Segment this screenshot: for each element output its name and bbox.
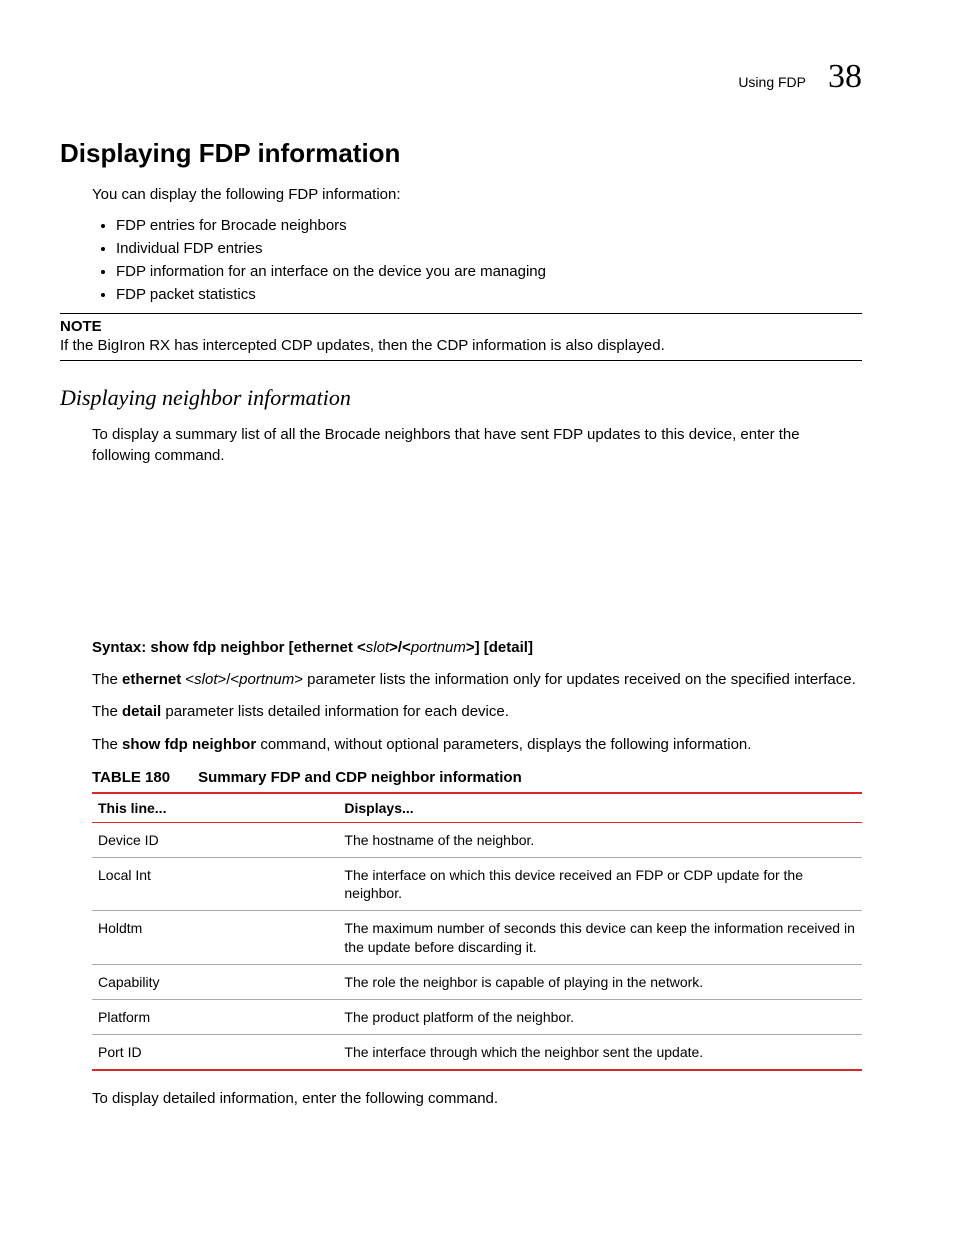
cell-field: Platform bbox=[92, 999, 338, 1034]
syntax-mid: >/< bbox=[389, 639, 411, 656]
list-item: FDP information for an interface on the … bbox=[116, 263, 862, 280]
cell-field: Holdtm bbox=[92, 911, 338, 964]
cell-desc: The interface on which this device recei… bbox=[338, 857, 862, 910]
intro-paragraph: You can display the following FDP inform… bbox=[92, 185, 862, 205]
table-header-row: This line... Displays... bbox=[92, 793, 862, 823]
header-section-label: Using FDP bbox=[738, 74, 806, 90]
ethernet-param-paragraph: The ethernet <slot>/<portnum> parameter … bbox=[92, 670, 862, 690]
note-block: NOTE If the BigIron RX has intercepted C… bbox=[60, 313, 862, 361]
list-item: FDP packet statistics bbox=[116, 286, 862, 303]
syntax-lead: Syntax: show fdp neighbor [ethernet < bbox=[92, 639, 366, 656]
note-label: NOTE bbox=[60, 318, 862, 335]
syntax-slot: slot bbox=[366, 639, 389, 656]
table-number: TABLE 180 bbox=[92, 769, 170, 786]
command-output-placeholder bbox=[92, 478, 862, 638]
heading-displaying-fdp: Displaying FDP information bbox=[60, 138, 862, 169]
neighbor-info-table: This line... Displays... Device ID The h… bbox=[92, 792, 862, 1072]
neighbor-intro-paragraph: To display a summary list of all the Bro… bbox=[92, 425, 862, 466]
table-header-a: This line... bbox=[92, 793, 338, 823]
table-row: Holdtm The maximum number of seconds thi… bbox=[92, 911, 862, 964]
table-caption: TABLE 180 Summary FDP and CDP neighbor in… bbox=[92, 769, 862, 786]
list-item: FDP entries for Brocade neighbors bbox=[116, 217, 862, 234]
list-item: Individual FDP entries bbox=[116, 240, 862, 257]
after-table-paragraph: To display detailed information, enter t… bbox=[92, 1089, 862, 1109]
table-row: Platform The product platform of the nei… bbox=[92, 999, 862, 1034]
note-text: If the BigIron RX has intercepted CDP up… bbox=[60, 337, 862, 354]
syntax-line: Syntax: show fdp neighbor [ethernet <slo… bbox=[92, 638, 862, 658]
table-header-b: Displays... bbox=[338, 793, 862, 823]
chapter-number: 38 bbox=[828, 58, 862, 96]
syntax-end: >] [detail] bbox=[466, 639, 533, 656]
page-header: Using FDP 38 bbox=[92, 58, 862, 96]
show-command-paragraph: The show fdp neighbor command, without o… bbox=[92, 735, 862, 755]
cell-desc: The interface through which the neighbor… bbox=[338, 1035, 862, 1071]
table-row: Port ID The interface through which the … bbox=[92, 1035, 862, 1071]
table-row: Local Int The interface on which this de… bbox=[92, 857, 862, 910]
cell-field: Capability bbox=[92, 964, 338, 999]
table-title: Summary FDP and CDP neighbor information bbox=[198, 769, 522, 786]
detail-param-paragraph: The detail parameter lists detailed info… bbox=[92, 702, 862, 722]
cell-desc: The maximum number of seconds this devic… bbox=[338, 911, 862, 964]
page: Using FDP 38 Displaying FDP information … bbox=[0, 0, 954, 1235]
cell-desc: The hostname of the neighbor. bbox=[338, 822, 862, 857]
fdp-info-list: FDP entries for Brocade neighbors Indivi… bbox=[92, 217, 862, 303]
table-row: Device ID The hostname of the neighbor. bbox=[92, 822, 862, 857]
heading-neighbor-info: Displaying neighbor information bbox=[60, 385, 862, 411]
cell-field: Device ID bbox=[92, 822, 338, 857]
cell-field: Local Int bbox=[92, 857, 338, 910]
table-row: Capability The role the neighbor is capa… bbox=[92, 964, 862, 999]
cell-desc: The role the neighbor is capable of play… bbox=[338, 964, 862, 999]
cell-desc: The product platform of the neighbor. bbox=[338, 999, 862, 1034]
cell-field: Port ID bbox=[92, 1035, 338, 1071]
syntax-portnum: portnum bbox=[411, 639, 466, 656]
